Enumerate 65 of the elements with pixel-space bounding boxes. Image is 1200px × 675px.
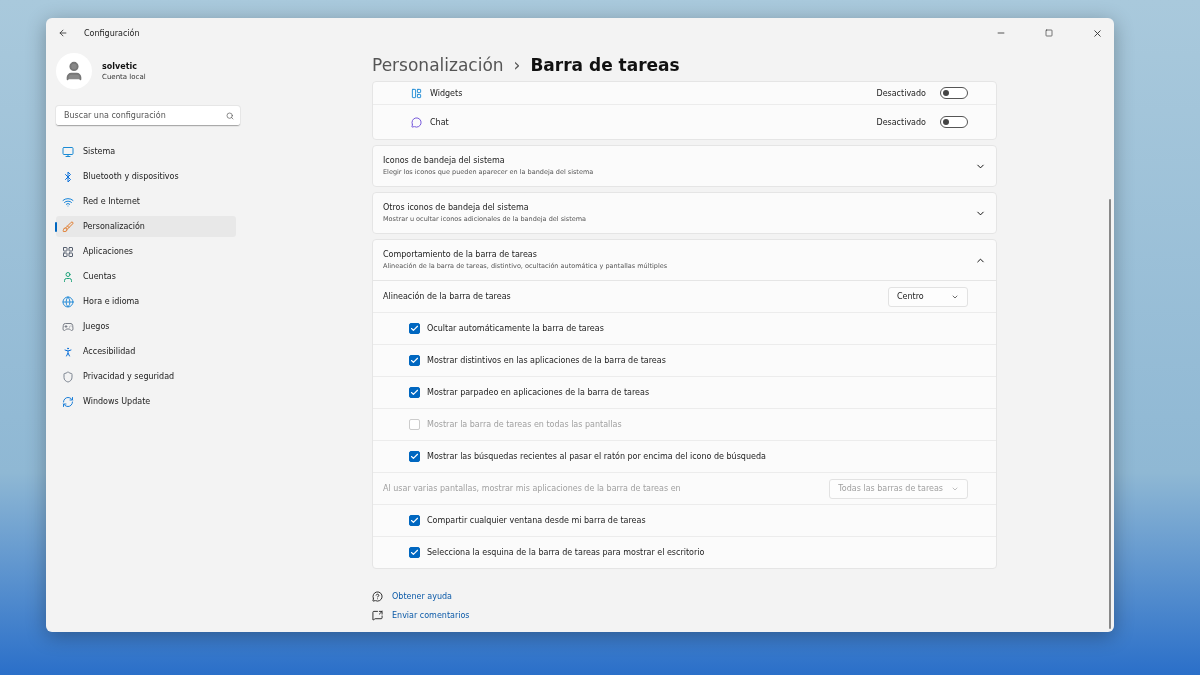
page-title: Barra de tareas — [530, 55, 680, 75]
toggle-switch[interactable] — [940, 87, 968, 99]
checkbox-label: Mostrar distintivos en las aplicaciones de la barra de tareas — [427, 356, 667, 365]
link[interactable]: Obtener ayuda — [392, 592, 452, 601]
close-icon — [1091, 27, 1103, 39]
wifi-icon — [62, 195, 74, 208]
checkbox[interactable] — [409, 387, 420, 398]
globe-icon — [62, 295, 74, 308]
checkbox-label: Mostrar la barra de tareas en todas las pantallas — [427, 420, 623, 429]
setting-label: Al usar varias pantallas, mostrar mis aplicaciones de la barra de tareas en — [383, 484, 682, 493]
nav-item[interactable]: Personalización — [56, 216, 236, 237]
gamepad-icon — [62, 320, 74, 333]
nav-item[interactable]: Bluetooth y dispositivos — [56, 166, 236, 187]
nav-item[interactable]: Juegos — [56, 316, 236, 337]
toggle-switch[interactable] — [940, 116, 968, 128]
accessibility-icon — [62, 345, 74, 358]
checkbox-label: Mostrar las búsquedas recientes al pasar el ratón por encima del icono de búsqueda — [427, 452, 767, 461]
nav-item[interactable]: Red e Internet — [56, 191, 236, 212]
window-title: Configuración — [84, 28, 141, 38]
toggle-state: Desactivado — [876, 88, 926, 98]
apps-grid-icon — [62, 245, 74, 258]
refresh-icon — [62, 395, 74, 408]
section-title: Otros iconos de bandeja del sistema — [383, 203, 530, 212]
breadcrumb-parent[interactable]: Personalización — [372, 55, 504, 75]
search-input[interactable]: Buscar una configuración — [62, 110, 226, 121]
nav-item[interactable]: Windows Update — [56, 391, 236, 412]
nav-item[interactable]: Aplicaciones — [56, 241, 236, 262]
search-bar[interactable]: Buscar una configuración — [56, 106, 240, 126]
widgets-icon — [411, 87, 422, 99]
nav-item[interactable]: Privacidad y seguridad — [56, 366, 236, 387]
section-title: Comportamiento de la barra de tareas — [383, 250, 538, 259]
monitor-icon — [62, 145, 74, 158]
checkbox[interactable] — [409, 323, 420, 334]
bluetooth-icon — [62, 170, 74, 183]
brush-icon — [62, 220, 74, 233]
nav-item[interactable]: Accesibilidad — [56, 341, 236, 362]
checkbox[interactable] — [409, 515, 420, 526]
chat-bubble-icon — [411, 116, 422, 128]
account-name: solvetic — [102, 61, 138, 71]
toggle-state: Desactivado — [876, 117, 926, 127]
nav-item[interactable]: Hora e idioma — [56, 291, 236, 312]
nav-item[interactable]: Cuentas — [56, 266, 236, 287]
checkbox-label: Ocultar automáticamente la barra de tareas — [427, 324, 605, 333]
feedback-icon — [372, 610, 383, 621]
checkbox[interactable] — [409, 355, 420, 366]
section-title: Iconos de bandeja del sistema — [383, 156, 506, 165]
search-icon — [226, 111, 234, 120]
checkbox[interactable] — [409, 451, 420, 462]
help-icon — [372, 591, 383, 602]
checkbox-label: Compartir cualquier ventana desde mi barra de tareas — [427, 516, 647, 525]
back-arrow-icon — [58, 28, 68, 38]
shield-icon — [62, 370, 74, 383]
breadcrumb-separator: › — [513, 55, 521, 75]
setting-label: Widgets — [430, 88, 464, 98]
nav-item[interactable]: Sistema — [56, 141, 236, 162]
scrollbar[interactable] — [1109, 199, 1111, 629]
checkbox-label: Mostrar parpadeo en aplicaciones de la barra de tareas — [427, 388, 651, 397]
user-icon — [62, 270, 74, 283]
maximize-icon — [1045, 29, 1053, 37]
checkbox-label: Selecciona la esquina de la barra de tareas para mostrar el escritorio — [427, 548, 706, 557]
link[interactable]: Enviar comentarios — [392, 611, 470, 620]
setting-label: Alineación de la barra de tareas — [383, 292, 512, 301]
checkbox[interactable] — [409, 547, 420, 558]
setting-label: Chat — [430, 117, 450, 127]
dropdown[interactable]: Centro — [888, 286, 968, 307]
